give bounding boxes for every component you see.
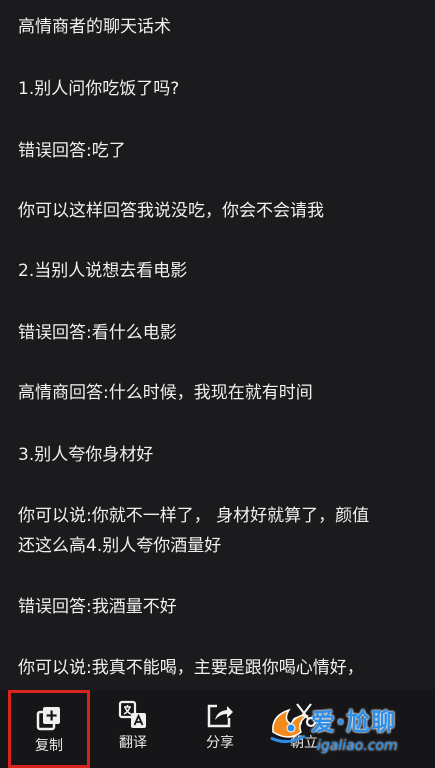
site-watermark: 爱·尬聊 igaliao.com [267,698,427,762]
text-line: 高情商回答:什么时候，我现在就有时间 [18,383,313,403]
share-button[interactable]: 分享 [179,690,261,768]
text-line: 你可以说:我真不能喝，主要是跟你喝心情好， [18,658,364,678]
bottom-action-toolbar: 复制 翻译 分享 朝立 爱·尬聊 igaliao.com [0,690,435,768]
translate-icon [118,700,148,730]
text-line: 2.当别人说想去看电影 [18,261,188,281]
text-line: 你可以这样回答我说没吃，你会不会请我 [18,201,324,221]
text-line-title: 高情商者的聊天话术 [18,17,171,37]
text-line: 你可以说:你就不一样了， 身材好就算了，颜值 [18,506,370,526]
text-line: 错误回答:吃了 [18,141,126,161]
watermark-logo-icon [267,702,313,746]
translate-button[interactable]: 翻译 [92,690,174,768]
text-line: 错误回答:我酒量不好 [18,597,177,617]
translate-button-label: 翻译 [119,735,147,751]
copy-plus-icon [34,703,64,733]
text-line: 错误回答:看什么电影 [18,323,177,343]
share-icon [205,700,235,730]
copy-button-label: 复制 [35,738,63,754]
watermark-url: igaliao.com [317,738,398,754]
watermark-title: 爱·尬聊 [311,708,397,736]
share-button-label: 分享 [206,735,234,751]
text-line: 1.别人问你吃饭了吗? [18,79,180,99]
text-line: 还这么高4.别人夸你酒量好 [18,536,222,556]
message-text-content: 高情商者的聊天话术 1.别人问你吃饭了吗? 错误回答:吃了 你可以这样回答我说没… [0,0,435,690]
copy-button[interactable]: 复制 [8,690,90,768]
text-line: 3.别人夸你身材好 [18,445,154,465]
